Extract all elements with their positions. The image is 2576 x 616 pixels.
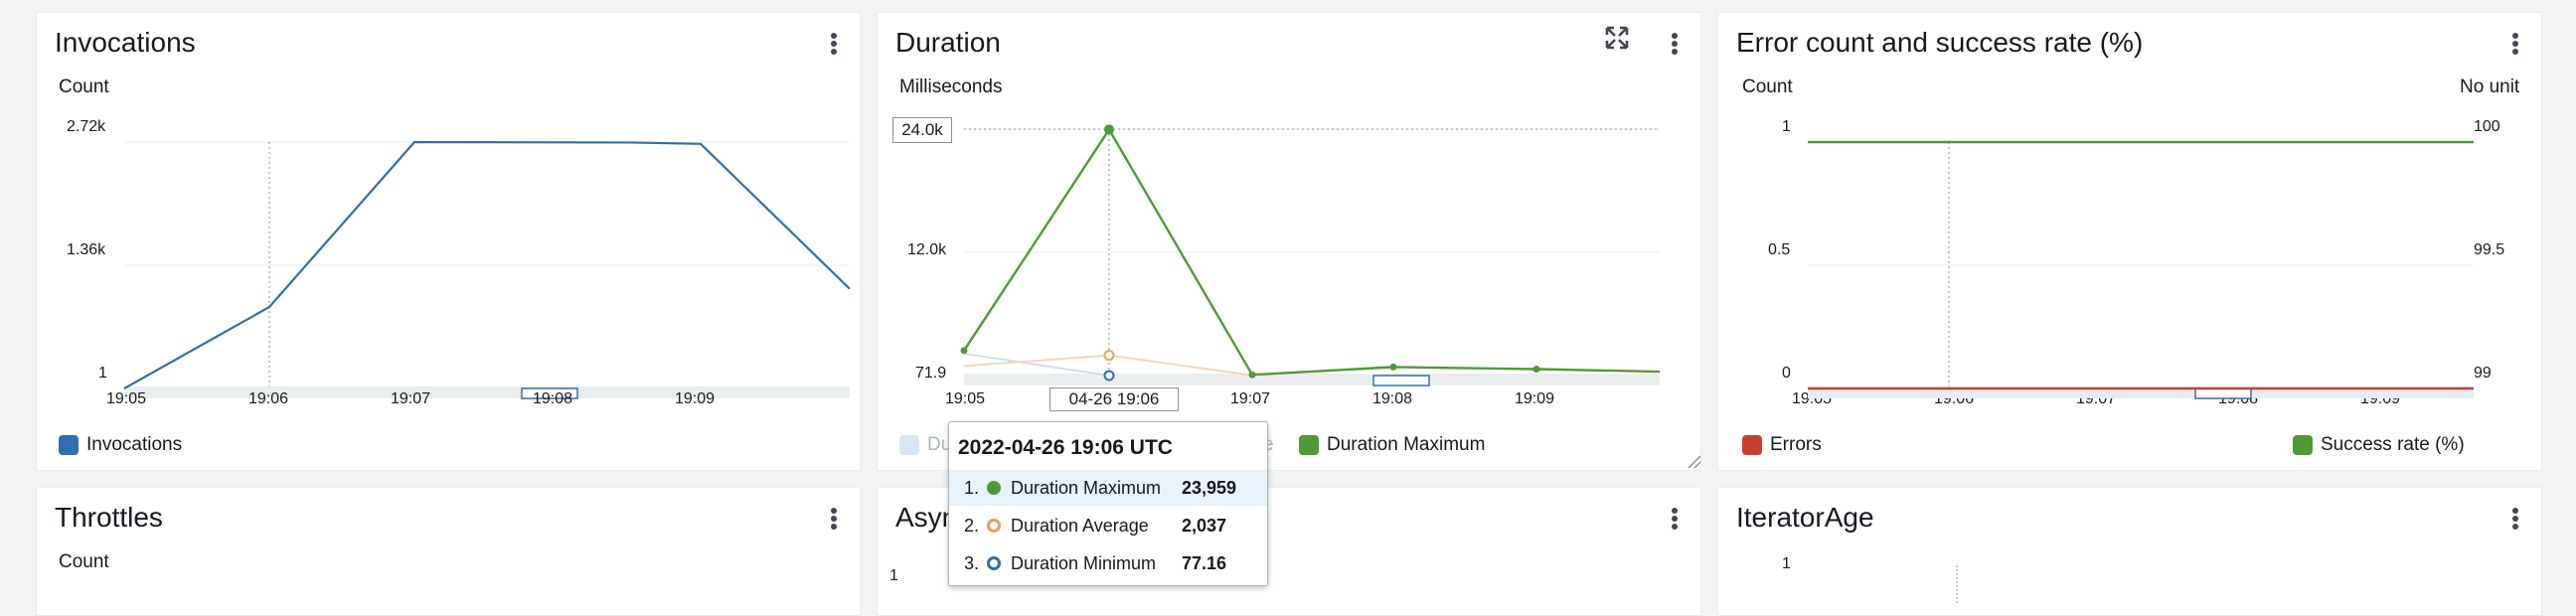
y-tick: 2.72k [67, 118, 106, 135]
y-tick-right: 99.5 [2474, 241, 2505, 258]
y-tick-left: 0 [1782, 365, 1791, 382]
error-success-chart[interactable] [1808, 122, 2474, 400]
x-cursor-value: 04-26 19:06 [1049, 387, 1179, 411]
x-tick: 19:05 [106, 390, 147, 407]
more-options-icon[interactable] [1663, 27, 1687, 63]
crosshair-line [1956, 565, 1958, 605]
series-name: Duration Minimum [1011, 552, 1157, 573]
panel-title: Duration [895, 27, 1001, 58]
time-brush-handle [2194, 387, 2252, 399]
x-tick: 19:08 [533, 390, 573, 407]
legend-swatch [59, 435, 79, 455]
error-success-panel: Error count and success rate (%) Count N… [1717, 12, 2542, 471]
throttles-panel: Throttles Count [36, 487, 861, 616]
series-name: Duration Average [1011, 515, 1149, 536]
y-axis-unit-left: Count [1742, 77, 1793, 97]
x-tick: 19:08 [1372, 390, 1413, 407]
series-ring-icon [987, 556, 1001, 570]
tooltip-title: 2022-04-26 19:06 UTC [958, 436, 1173, 459]
invocations-chart[interactable] [123, 122, 851, 400]
tooltip-row: 2. Duration Average 2,037 [949, 508, 1267, 543]
y-tick: 1.36k [67, 241, 106, 258]
duration-chart[interactable] [960, 109, 1661, 387]
y-tick-left: 1 [1782, 118, 1791, 135]
more-options-icon[interactable] [1663, 502, 1687, 538]
y-axis-unit: Count [59, 77, 109, 97]
legend-swatch [2293, 435, 2313, 455]
chart-tooltip: 2022-04-26 19:06 UTC 1. Duration Maximum… [948, 421, 1268, 586]
expand-icon[interactable] [1605, 26, 1629, 50]
data-point-duration-max [1532, 365, 1540, 373]
row-index: 3. [963, 552, 979, 573]
more-options-icon[interactable] [2503, 27, 2527, 63]
legend-item-success-rate[interactable]: Success rate (%) [2293, 434, 2465, 456]
x-tick: 19:09 [675, 390, 716, 407]
legend-label: Errors [1770, 434, 1822, 455]
legend-item-errors[interactable]: Errors [1742, 434, 1822, 456]
legend-item-duration-max[interactable]: Duration Maximum [1299, 434, 1485, 456]
legend-label: Invocations [86, 434, 183, 455]
legend-item-invocations[interactable]: Invocations [59, 434, 182, 456]
y-tick: 71.9 [915, 365, 947, 382]
data-point-duration-max [1248, 371, 1256, 379]
series-name: Duration Maximum [1011, 477, 1162, 498]
data-point-duration-avg [1103, 350, 1115, 362]
row-index: 2. [963, 515, 979, 536]
series-dot-icon [987, 481, 1001, 495]
series-value: 23,959 [1182, 477, 1237, 498]
series-ring-icon [987, 519, 1001, 533]
x-tick: 19:07 [391, 390, 431, 407]
y-axis-unit: Milliseconds [899, 77, 1003, 97]
data-point-duration-max [960, 347, 968, 355]
legend-swatch [899, 435, 919, 455]
panel-title: Error count and success rate (%) [1736, 27, 2144, 58]
legend-swatch [1742, 435, 1762, 455]
data-point-duration-max [1389, 363, 1397, 371]
x-tick: 19:09 [1515, 390, 1555, 407]
x-tick: 19:06 [248, 390, 289, 407]
y-tick-right: 100 [2474, 118, 2500, 135]
series-value: 2,037 [1182, 515, 1227, 536]
more-options-icon[interactable] [822, 502, 846, 538]
y-tick: 1 [889, 567, 898, 584]
data-point-duration-min [1103, 370, 1115, 382]
panel-title: Invocations [55, 27, 196, 58]
row-index: 1. [963, 477, 979, 498]
more-options-icon[interactable] [2503, 502, 2527, 538]
y-axis-unit-right: No unit [2460, 77, 2520, 97]
legend-label: Success rate (%) [2321, 434, 2465, 455]
time-brush-track [124, 386, 850, 398]
y-tick: 1 [98, 365, 107, 382]
y-tick: 1 [1782, 555, 1791, 572]
y-axis-unit: Count [59, 551, 109, 572]
y-tick-left: 0.5 [1768, 241, 1791, 258]
x-tick: 19:07 [1230, 390, 1271, 407]
x-tick: 19:05 [945, 390, 986, 407]
panel-title: IteratorAge [1736, 502, 1874, 533]
panel-title: Throttles [55, 502, 163, 533]
y-cursor-value: 24.0k [892, 117, 952, 143]
more-options-icon[interactable] [822, 27, 846, 63]
resize-handle-icon[interactable] [1686, 453, 1701, 469]
legend-label: Duration Maximum [1327, 434, 1486, 455]
data-point-duration-max [1104, 124, 1114, 135]
time-brush-handle [1372, 375, 1430, 386]
time-brush-track [964, 374, 1660, 385]
tooltip-row: 3. Duration Minimum 77.16 [949, 545, 1267, 581]
legend-swatch [1299, 435, 1319, 455]
y-tick-right: 99 [2474, 365, 2492, 382]
iterator-age-panel: IteratorAge 1 [1717, 487, 2542, 616]
legend-item-duration-min[interactable]: Du [899, 434, 951, 456]
series-value: 77.16 [1182, 552, 1227, 573]
y-tick: 12.0k [907, 241, 947, 258]
tooltip-row: 1. Duration Maximum 23,959 [949, 470, 1267, 506]
invocations-panel: Invocations Count 2.72k 1.36k 1 19:05 19… [36, 12, 861, 471]
